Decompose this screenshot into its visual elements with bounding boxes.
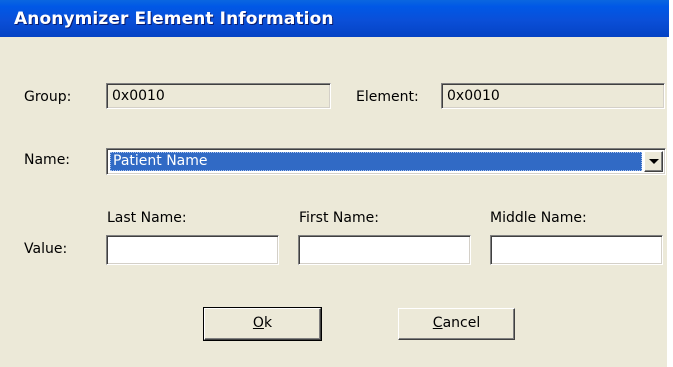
middle-name-input[interactable] [490, 235, 663, 265]
last-name-input[interactable] [106, 235, 279, 265]
group-value: 0x0010 [112, 88, 165, 104]
group-field: 0x0010 [106, 83, 331, 109]
first-name-label: First Name: [299, 210, 379, 226]
middle-name-label: Middle Name: [490, 210, 587, 226]
ok-button[interactable]: Ok [203, 307, 322, 341]
chevron-down-icon [649, 159, 659, 164]
element-label: Element: [356, 89, 419, 105]
name-dropdown-value: Patient Name [113, 153, 208, 169]
ok-mnemonic: O [252, 315, 264, 331]
name-label: Name: [24, 152, 71, 168]
cancel-button[interactable]: Cancel [398, 308, 515, 340]
name-dropdown[interactable]: Patient Name [106, 148, 666, 175]
title-bar[interactable]: Anonymizer Element Information [0, 0, 669, 37]
cancel-mnemonic: C [432, 315, 443, 331]
group-label: Group: [24, 89, 72, 105]
last-name-label: Last Name: [107, 210, 187, 226]
anonymizer-dialog: Anonymizer Element Information Group: 0x… [0, 0, 669, 367]
name-dropdown-selection[interactable]: Patient Name [110, 152, 642, 171]
cancel-label-rest: ancel [442, 315, 481, 331]
element-value: 0x0010 [447, 88, 500, 104]
first-name-input[interactable] [298, 235, 471, 265]
dialog-title: Anonymizer Element Information [14, 9, 334, 29]
element-field: 0x0010 [441, 83, 665, 109]
ok-label-rest: k [263, 315, 273, 331]
dropdown-arrow-button[interactable] [644, 151, 663, 172]
value-label: Value: [24, 241, 68, 257]
